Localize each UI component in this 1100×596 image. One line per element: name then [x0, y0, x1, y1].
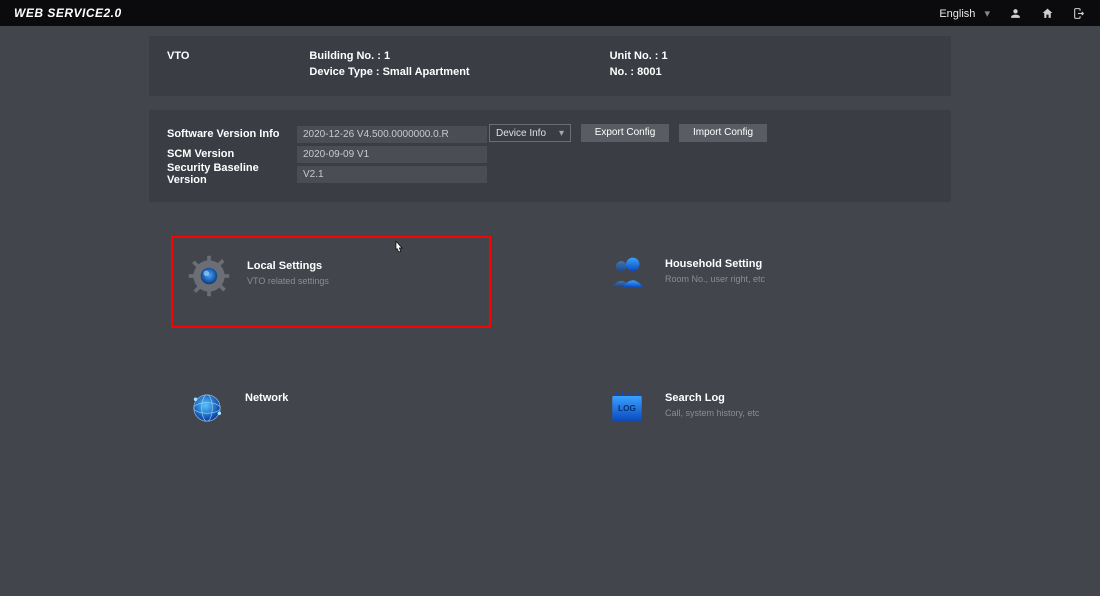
- local-settings-subtitle: VTO related settings: [247, 276, 329, 286]
- scm-version-value: [297, 146, 487, 163]
- household-setting-subtitle: Room No., user right, etc: [665, 274, 765, 284]
- user-icon[interactable]: [1008, 6, 1022, 20]
- local-settings-tile[interactable]: Local Settings VTO related settings: [171, 236, 491, 328]
- dashboard-grid: Local Settings VTO related settings: [149, 236, 951, 440]
- version-panel: Software Version Info SCM Version Securi…: [149, 110, 951, 202]
- scm-version-label: SCM Version: [167, 148, 297, 160]
- device-no: No. : 8001: [610, 66, 668, 78]
- globe-icon: [183, 384, 231, 432]
- language-selector[interactable]: English ▾: [939, 7, 990, 20]
- export-config-button[interactable]: Export Config: [581, 124, 669, 142]
- search-log-tile[interactable]: LOG Search Log Call, system history, etc: [591, 370, 911, 440]
- local-settings-title: Local Settings: [247, 260, 329, 272]
- search-log-subtitle: Call, system history, etc: [665, 408, 759, 418]
- unit-no: Unit No. : 1: [610, 50, 668, 62]
- device-type: Device Type : Small Apartment: [309, 66, 469, 78]
- household-setting-tile[interactable]: Household Setting Room No., user right, …: [591, 236, 911, 328]
- log-icon: LOG: [603, 384, 651, 432]
- network-title: Network: [245, 392, 288, 404]
- top-bar-right: English ▾: [939, 6, 1086, 20]
- network-tile[interactable]: Network: [171, 370, 491, 440]
- search-log-title: Search Log: [665, 392, 759, 404]
- gear-icon: [185, 252, 233, 300]
- software-version-label: Software Version Info: [167, 128, 297, 140]
- vto-title: VTO: [167, 50, 189, 62]
- device-header-panel: VTO Building No. : 1 Device Type : Small…: [149, 36, 951, 96]
- log-text: LOG: [618, 404, 636, 413]
- people-icon: [603, 250, 651, 298]
- top-bar: WEB SERVICE2.0 English ▾: [0, 0, 1100, 26]
- home-icon[interactable]: [1040, 6, 1054, 20]
- language-label: English: [939, 8, 975, 20]
- chevron-down-icon: ▾: [559, 128, 564, 139]
- building-no: Building No. : 1: [309, 50, 469, 62]
- app-logo: WEB SERVICE2.0: [14, 6, 122, 20]
- software-version-value: [297, 126, 487, 143]
- import-config-button[interactable]: Import Config: [679, 124, 767, 142]
- security-baseline-value: [297, 166, 487, 183]
- logout-icon[interactable]: [1072, 6, 1086, 20]
- security-baseline-label: Security Baseline Version: [167, 162, 297, 186]
- device-info-select-label: Device Info: [496, 128, 546, 139]
- household-setting-title: Household Setting: [665, 258, 765, 270]
- chevron-down-icon: ▾: [984, 8, 990, 20]
- device-info-select[interactable]: Device Info ▾: [489, 124, 571, 142]
